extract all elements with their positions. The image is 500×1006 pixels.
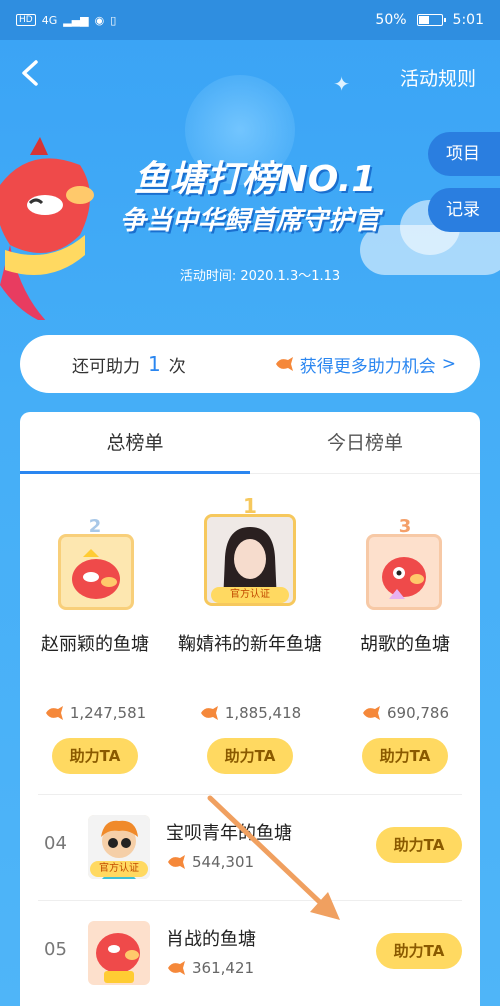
- help-suffix: 次: [168, 356, 186, 377]
- more-chances-label: 获得更多助力机会: [299, 356, 436, 377]
- avatar[interactable]: [58, 534, 134, 610]
- status-right: 50% 5:01: [375, 12, 484, 28]
- rank-score: 361,421: [166, 959, 254, 977]
- side-tab-project[interactable]: 项目: [428, 132, 500, 176]
- rank-number: 04: [44, 833, 67, 854]
- banner-subtitle: 争当中华鲟首席守护官: [119, 206, 380, 236]
- activity-time: 活动时间: 2020.1.3～1.13: [179, 269, 341, 284]
- status-bar: HD 4G ▂▄▆ ◉ ▯ 50% 5:01: [0, 0, 500, 40]
- help-ta-button[interactable]: 助力TA: [207, 738, 293, 774]
- rank-score: 544,301: [166, 853, 254, 871]
- banner-title: 鱼塘打榜NO.1: [133, 159, 377, 200]
- podium-score: 1,885,418: [175, 704, 325, 722]
- podium-score: 690,786: [330, 704, 480, 722]
- header-banner: ✦ 活动规则 鱼塘打榜NO.1 争当中华鲟首席守护官 活动时间: 2020.1.…: [0, 40, 500, 320]
- clock: 5:01: [452, 12, 484, 28]
- fish-coin-icon: [362, 706, 380, 720]
- avatar[interactable]: [88, 921, 150, 985]
- podium-score-value: 1,247,581: [69, 704, 147, 722]
- leaderboard-card: 总榜单 今日榜单 2 赵丽颖的鱼塘 1,247,581 助力TA 1 官方认证 …: [20, 412, 480, 1006]
- rank-name: 宝呗青年的鱼塘: [166, 823, 292, 844]
- hd-badge: HD: [16, 14, 36, 26]
- fish-avatar-icon: [96, 933, 140, 983]
- leaderboard-tabs: 总榜单 今日榜单: [20, 412, 480, 474]
- table-row: 04 官方认证 宝呗青年的鱼塘 544,301 助力TA: [38, 794, 462, 898]
- avatar[interactable]: 官方认证: [204, 514, 296, 606]
- battery-icon: [416, 14, 446, 26]
- fish-avatar-icon: [382, 557, 426, 599]
- rank-name: 肖战的鱼塘: [166, 929, 256, 950]
- help-count: 1: [148, 352, 161, 376]
- vibrate-icon: ▯: [110, 13, 117, 27]
- rank-score-value: 544,301: [192, 853, 255, 871]
- rank-score-value: 361,421: [192, 959, 255, 977]
- more-chances-link[interactable]: 获得更多助力机会 >: [274, 352, 456, 377]
- help-ta-button[interactable]: 助力TA: [376, 933, 462, 969]
- help-ta-button[interactable]: 助力TA: [362, 738, 448, 774]
- podium-name: 赵丽颖的鱼塘: [41, 634, 149, 655]
- back-button[interactable]: [18, 58, 48, 92]
- fish-coin-icon: [168, 961, 185, 975]
- podium-score: 1,247,581: [20, 704, 170, 722]
- official-verified-badge: 官方认证: [90, 861, 148, 877]
- help-ta-button[interactable]: 助力TA: [376, 827, 462, 863]
- chevron-right-icon: >: [441, 354, 456, 374]
- side-tab-record[interactable]: 记录: [428, 188, 500, 232]
- active-tab-indicator: [20, 471, 250, 474]
- help-ta-button[interactable]: 助力TA: [52, 738, 138, 774]
- signal-icon: ▂▄▆: [63, 13, 89, 27]
- avatar[interactable]: [366, 534, 442, 610]
- fish-coin-icon: [200, 706, 218, 720]
- podium-name: 胡歌的鱼塘: [360, 634, 450, 655]
- podium: 2 赵丽颖的鱼塘 1,247,581 助力TA 1 官方认证 鞠婧祎的新年鱼塘 …: [20, 492, 480, 792]
- battery-percent: 50%: [375, 12, 407, 28]
- activity-rules-link[interactable]: 活动规则: [400, 64, 476, 91]
- podium-score-value: 690,786: [386, 704, 450, 722]
- status-left: HD 4G ▂▄▆ ◉ ▯: [16, 14, 116, 27]
- avatar[interactable]: 官方认证: [88, 815, 150, 879]
- help-prefix: 还可助力: [72, 356, 140, 377]
- help-count-bar: 还可助力 1 次 获得更多助力机会 >: [20, 335, 480, 393]
- podium-name: 鞠婧祎的新年鱼塘: [178, 634, 322, 655]
- fish-coin-icon: [168, 855, 185, 869]
- fish-coin-icon: [45, 706, 63, 720]
- fish-coin-icon: [275, 357, 293, 371]
- table-row: 05 肖战的鱼塘 361,421 助力TA: [38, 900, 462, 1004]
- tab-today-ranking[interactable]: 今日榜单: [250, 412, 480, 473]
- official-verified-badge: 官方认证: [211, 587, 289, 603]
- network-label: 4G: [41, 13, 58, 27]
- tab-total-ranking[interactable]: 总榜单: [20, 412, 250, 473]
- chevron-left-icon: [22, 60, 38, 86]
- rank-number: 05: [44, 939, 67, 960]
- podium-score-value: 1,885,418: [224, 704, 302, 722]
- sparkle-icon: ✦: [333, 72, 350, 96]
- fish-avatar-icon: [72, 549, 120, 599]
- wifi-icon: ◉: [94, 13, 105, 27]
